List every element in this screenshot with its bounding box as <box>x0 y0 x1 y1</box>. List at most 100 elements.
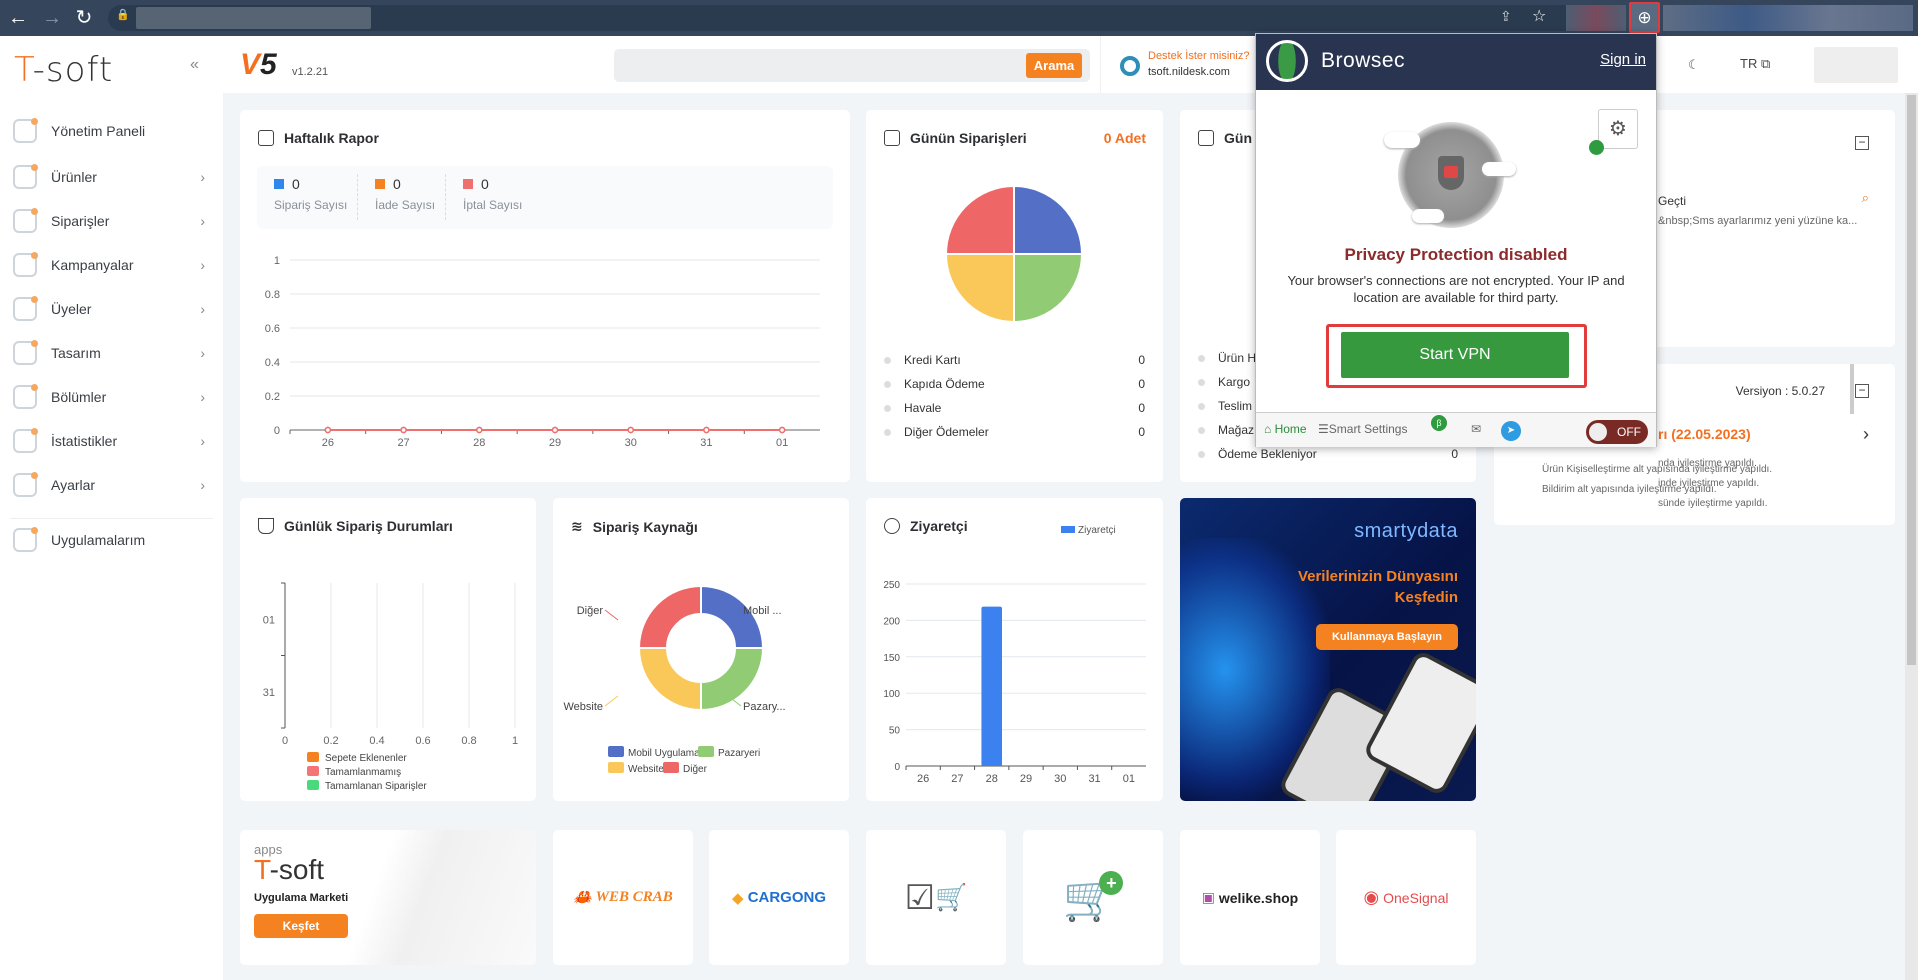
banner-headline: Verilerinizin Dünyasını <box>1297 568 1458 585</box>
y-tick-label: 0.2 <box>265 391 280 403</box>
forward-button[interactable]: → <box>40 6 64 30</box>
data-point <box>627 426 634 434</box>
checklist-cart-tile[interactable]: ☑ 🛒 <box>866 830 1006 965</box>
search-icon[interactable]: ⌕ <box>1862 190 1869 206</box>
search-input[interactable] <box>614 49 1090 82</box>
sidebar-item-istatistikler[interactable]: İstatistikler › <box>0 423 223 459</box>
support-title[interactable]: Destek İster misiniz? <box>1148 50 1249 62</box>
support-link[interactable]: tsoft.nildesk.com <box>1148 66 1230 78</box>
legend-swatch <box>1061 526 1075 533</box>
v5-logo: V5 <box>240 48 277 81</box>
sidebar-item-bolumler[interactable]: Bölümler › <box>0 379 223 415</box>
data-point <box>778 426 786 434</box>
legend-swatch <box>307 752 319 762</box>
legend-label: Tamamlanan Siparişler <box>325 781 427 792</box>
pie-slice-Website <box>944 253 1015 324</box>
popup-footer: ⌂ Home ☰Smart Settings β ✉ ➤ OFF <box>1256 412 1656 447</box>
y-tick-label: 1 <box>274 255 280 267</box>
tsoft-logo[interactable]: T-soft <box>14 50 113 90</box>
mail-icon[interactable]: ✉ <box>1471 422 1481 436</box>
chevron-right-icon: › <box>200 257 205 273</box>
reload-button[interactable]: ↻ <box>72 6 96 30</box>
list-item: Havale 0 <box>884 396 1145 420</box>
browsec-popup: Browsec Sign in ⚙ Privacy Protection dis… <box>1255 33 1657 447</box>
x-tick-label: 01 <box>1123 773 1135 785</box>
sidebar-item-siparisler[interactable]: Siparişler › <box>0 203 223 239</box>
y-tick-label: 0 <box>274 425 280 437</box>
smart-settings-tab[interactable]: ☰Smart Settings <box>1318 422 1407 436</box>
unlocked-icon <box>1444 166 1458 178</box>
app-market-tile[interactable]: apps T-soft Uygulama Marketi Keşfet <box>240 830 536 965</box>
bookmark-star-icon[interactable]: ☆ <box>1532 6 1546 26</box>
welike-tile[interactable]: ▣ welike.shop <box>1180 830 1320 965</box>
back-button[interactable]: ← <box>6 6 30 30</box>
start-vpn-button[interactable]: Start VPN <box>1341 332 1569 378</box>
users-icon <box>13 296 38 321</box>
cargong-logo-icon: ◆ <box>731 889 744 907</box>
sidebar-item-tasarim[interactable]: Tasarım › <box>0 335 223 371</box>
webcrab-tile[interactable]: 🦀 WEB CRAB <box>553 830 693 965</box>
x-tick-label: 0.4 <box>369 735 384 747</box>
cloud-icon <box>1384 132 1420 148</box>
sidebar-item-label: Kampanyalar <box>51 257 134 273</box>
x-tick-label: 28 <box>986 773 998 785</box>
todays-orders-card: Günün Siparişleri 0 Adet Kredi Kartı 0 Ka… <box>866 110 1163 482</box>
add-to-cart-tile[interactable]: 🛒 + <box>1023 830 1163 965</box>
sidebar-item-label: Bölümler <box>51 389 107 405</box>
lock-icon: 🔒 <box>116 9 130 21</box>
discover-button[interactable]: Keşfet <box>254 914 348 938</box>
share-icon[interactable]: ⇪ <box>1500 8 1512 25</box>
x-tick-label: 0.6 <box>415 735 430 747</box>
divider <box>445 174 446 220</box>
browser-toolbar: ← → ↻ 🔒 ⇪ ☆ ⊕ <box>0 0 1918 36</box>
sidebar-item-label: Siparişler <box>51 213 110 229</box>
home-icon <box>13 118 38 143</box>
x-tick-label: 29 <box>549 437 561 449</box>
home-tab[interactable]: ⌂ Home <box>1264 422 1307 436</box>
chevron-right-icon: › <box>200 389 205 405</box>
stat-label: İade Sayısı <box>375 198 436 212</box>
news-title[interactable]: Geçti <box>1658 194 1686 208</box>
smartydata-banner[interactable]: smartydata Verilerinizin Dünyasını Keşfe… <box>1180 498 1476 801</box>
sliders-icon: ☰ <box>1318 422 1329 436</box>
cargong-tile[interactable]: ◆ CARGONG <box>709 830 849 965</box>
vpn-toggle[interactable]: OFF <box>1586 420 1648 444</box>
daily-status-card: Günlük Sipariş Durumları 0 0.2 0.4 0.6 0.8 1 0… <box>240 498 536 801</box>
legend-label: Website <box>628 764 664 775</box>
sidebar-item-urunler[interactable]: Ürünler › <box>0 159 223 195</box>
release-line: Ürün Kişiselleştirme alt yapısında iyile… <box>1542 464 1773 475</box>
onesignal-icon: ◉ <box>1363 887 1380 907</box>
settings-button[interactable]: ⚙ <box>1598 109 1638 149</box>
calendar-icon <box>884 130 900 146</box>
y-tick-label: 31 <box>263 687 275 699</box>
sidebar-item-ayarlar[interactable]: Ayarlar › <box>0 467 223 503</box>
sign-in-link[interactable]: Sign in <box>1600 51 1646 68</box>
banner-cta-button[interactable]: Kullanmaya Başlayın <box>1316 624 1458 650</box>
gear-icon <box>13 472 38 497</box>
crab-icon: 🦀 <box>573 890 592 906</box>
chevron-right-icon[interactable]: › <box>1863 424 1869 445</box>
sidebar-item-uygulamalarim[interactable]: Uygulamalarım <box>0 522 223 558</box>
page-scrollbar-thumb[interactable] <box>1907 95 1916 665</box>
list-item-name: Diğer Ödemeler <box>904 425 989 439</box>
language-selector[interactable]: TR ⧉ <box>1740 56 1770 72</box>
minus-square-icon[interactable]: − <box>1855 136 1869 150</box>
browsec-extension-button[interactable]: ⊕ <box>1629 2 1660 33</box>
scrollbar[interactable] <box>1850 364 1854 414</box>
dark-mode-icon[interactable]: ☾ <box>1688 57 1700 73</box>
home-icon: ⌂ <box>1264 422 1272 436</box>
telegram-icon[interactable]: ➤ <box>1501 421 1521 441</box>
todays-status-title: Gün <box>1224 130 1252 146</box>
banner-headline: Keşfedin <box>1394 589 1458 606</box>
minus-square-icon[interactable]: − <box>1855 384 1869 398</box>
x-tick-label: 01 <box>776 437 788 449</box>
onesignal-tile[interactable]: ◉ OneSignal <box>1336 830 1476 965</box>
sidebar-item-yonetim-paneli[interactable]: Yönetim Paneli <box>0 113 223 149</box>
user-avatar-redacted[interactable] <box>1814 47 1898 83</box>
double-chevron-left-icon[interactable]: « <box>190 56 199 74</box>
sidebar-item-uyeler[interactable]: Üyeler › <box>0 291 223 327</box>
translate-icon: ⧉ <box>1760 56 1771 71</box>
search-button[interactable]: Arama <box>1026 53 1082 78</box>
order-count-badge: 0 Adet <box>1103 130 1146 146</box>
sidebar-item-kampanyalar[interactable]: Kampanyalar › <box>0 247 223 283</box>
